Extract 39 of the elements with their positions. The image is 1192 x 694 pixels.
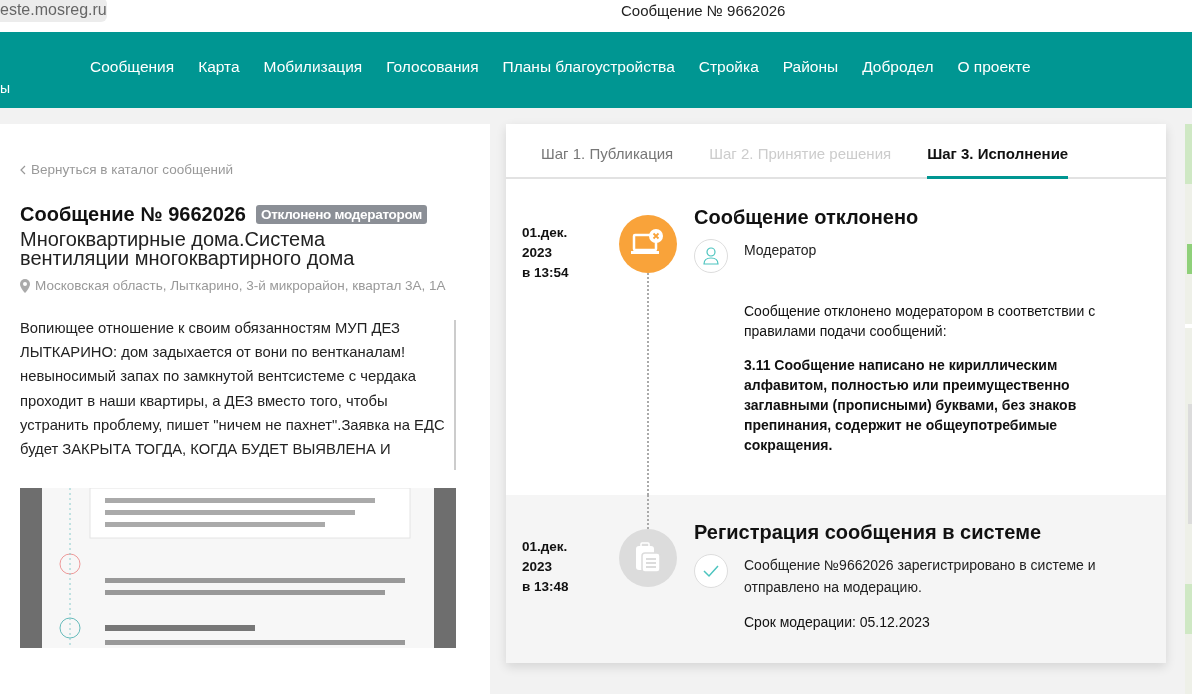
event-date: 01.дек. [522,224,569,242]
event-date: 2023 [522,558,554,576]
nav-link[interactable]: Районы [782,58,839,76]
nav-link[interactable]: Карта [198,58,240,76]
nav-link[interactable]: Голосования [386,58,479,76]
address-bar[interactable]: este.mosreg.ru [0,0,107,22]
address-text: Московская область, Лыткарино, 3-й микрорайон, квартал 3А, 1А [35,277,446,295]
event-date: в 13:48 [522,578,570,596]
chevron-left-icon [20,164,26,175]
back-link[interactable]: Вернуться в каталог сообщений [20,162,490,177]
step-tab[interactable]: Шаг 1. Публикация [541,124,674,179]
event-title: Сообщение отклонено [694,206,920,229]
message-title: Сообщение № 9662026 [20,203,246,226]
nav-link[interactable]: Мобилизация [263,58,363,76]
event-text: Сообщение отклонено модератором в соответствии с правилами подачи сообщений: [744,302,1097,341]
back-link-text[interactable]: Вернуться в каталог сообщений [31,162,233,177]
note-text: Модератор [744,241,817,260]
event-title: Регистрация сообщения в системе [694,521,1043,544]
location-pin-icon [20,279,30,293]
note-text: Сообщение №9662026 зарегистрировано в системе и отправлено на модерацию. [744,556,1097,597]
nav-link[interactable]: Сообщения [90,58,175,76]
category-title: Многоквартирные дома.Система вентиляции многоквартирного дома [20,230,356,268]
event-date: 2023 [522,244,554,262]
nav-link[interactable]: Добродел [862,58,934,76]
nav-link[interactable]: Стройка [698,58,759,76]
clipboard-icon [634,542,662,574]
event-text: Срок модерации: 05.12.2023 [744,613,931,632]
page-title: Сообщение № 9662026 [621,1,786,19]
nav-link[interactable]: Планы благоустройства [502,58,675,76]
logo-text: ы [0,80,12,98]
check-icon [702,564,720,578]
status-badge: Отклонено модератором [256,205,427,224]
message-text: Вопиющее отношение к своим обязанностям МУП ДЕЗ ЛЫТКАРИНО: дом задыхается от вони по вентканалам! невыносимый запах по замкнутой вентсистеме с чердака проходит в наши квартиры, а ДЕЗ вместо того, чтобы устранить проблему, пишет "ничем не пахнет".Заявка на ЕДС будет ЗАКРЫТА ТОГДА, КОГДА БУДЕТ ВЫЯВЛЕНА И [20,319,446,459]
scroll-bar[interactable] [454,320,456,470]
event-text: 3.11 Сообщение написано не кириллическим алфавитом, полностью или преимущественно заглавными (прописными) буквами, без знаков препинания, содержит не общеупотребимые сокращения. [744,356,1078,455]
person-icon [703,247,719,265]
event-date: 01.дек. [522,538,569,556]
nav-link[interactable]: О проекте [957,58,1031,76]
event-date: в 13:54 [522,264,570,282]
